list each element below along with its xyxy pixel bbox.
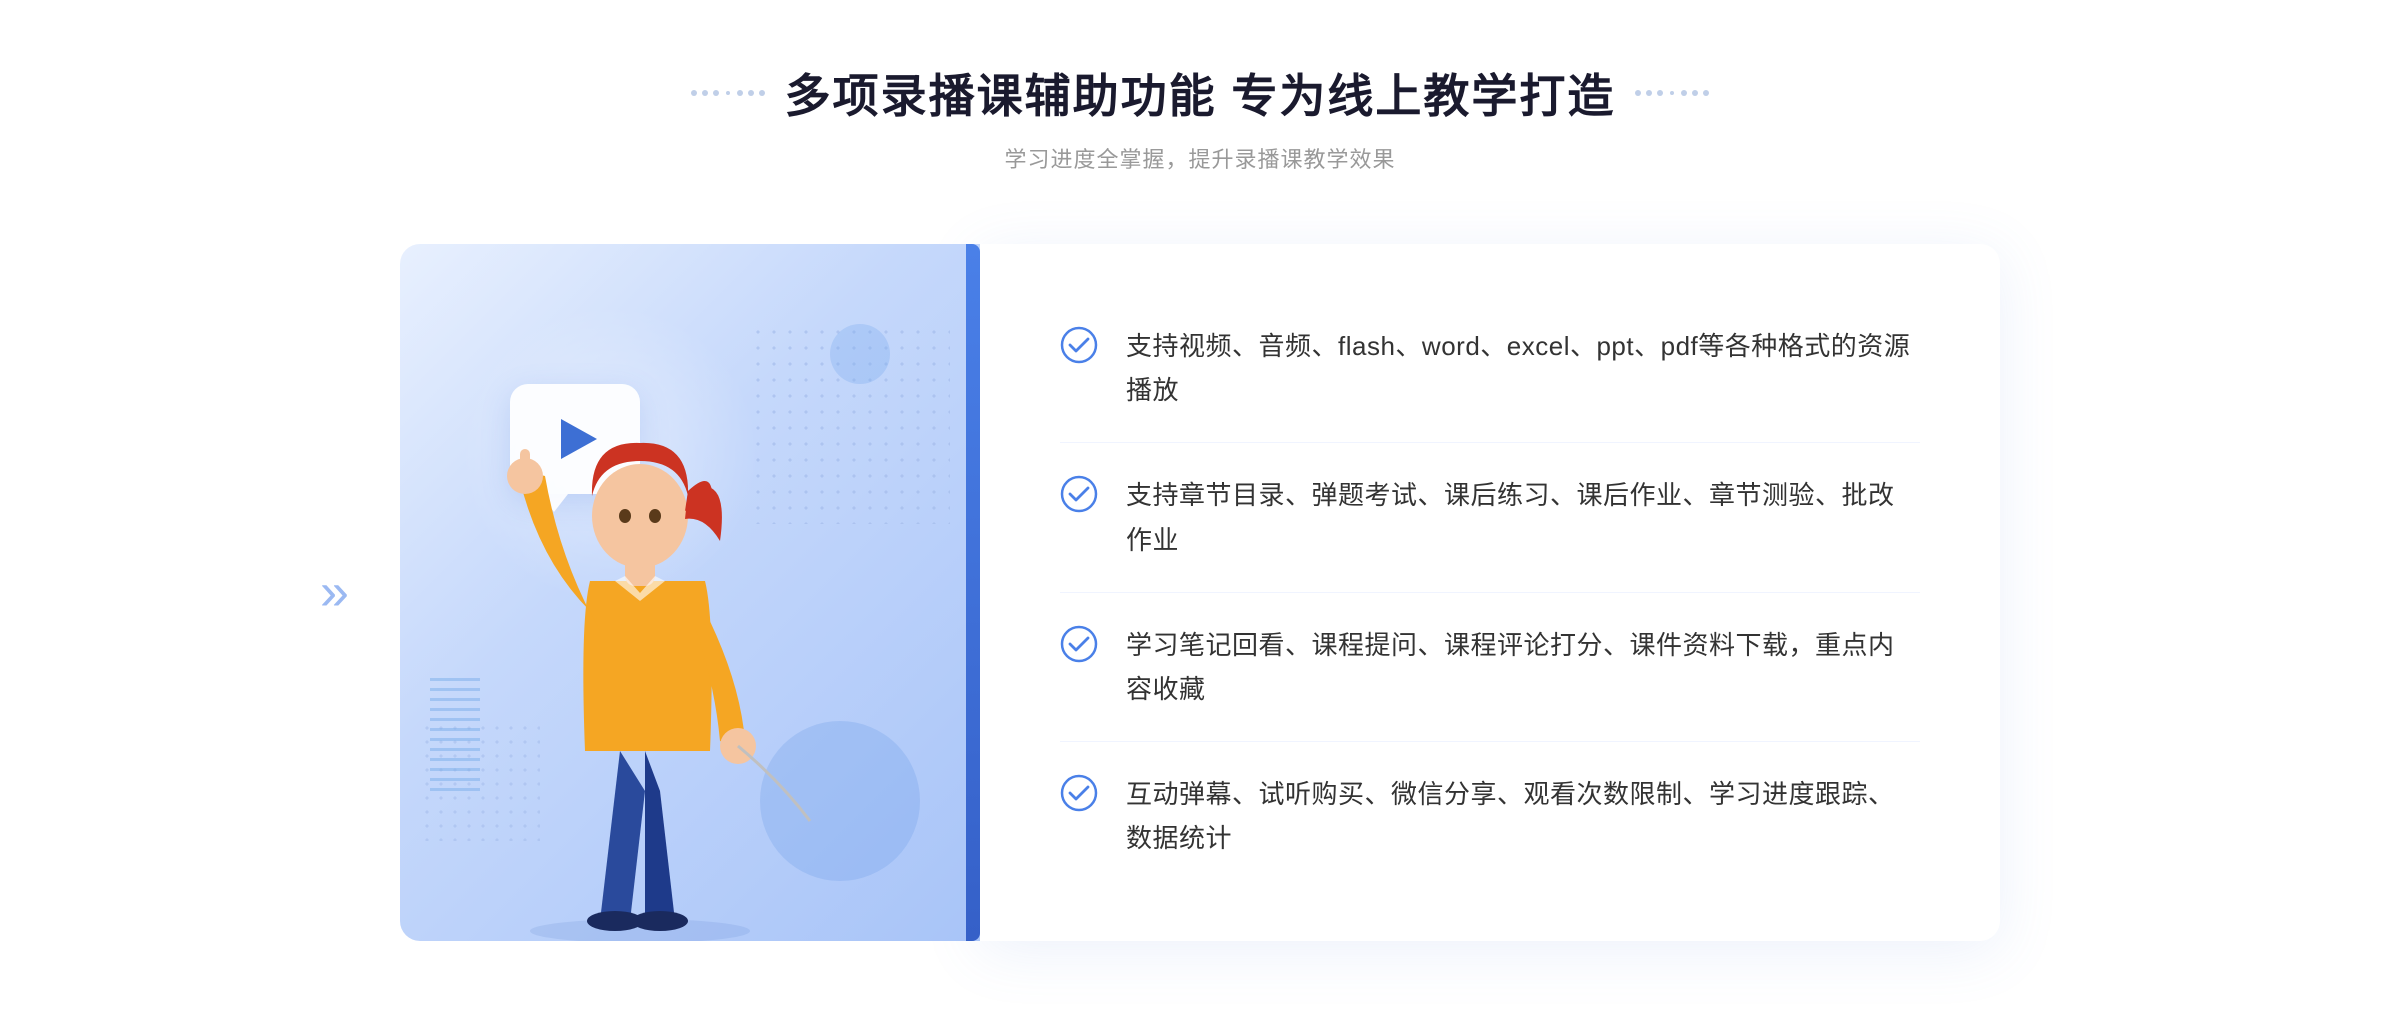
feature-text-3: 学习笔记回看、课程提问、课程评论打分、课件资料下载，重点内容收藏 bbox=[1126, 623, 1920, 711]
features-panel: 支持视频、音频、flash、word、excel、ppt、pdf等各种格式的资源… bbox=[980, 244, 2000, 941]
deco-circle-small bbox=[830, 324, 890, 384]
page-subtitle: 学习进度全掌握，提升录播课教学效果 bbox=[691, 142, 1710, 174]
feature-item-2: 支持章节目录、弹题考试、课后练习、课后作业、章节测验、批改作业 bbox=[1060, 443, 1920, 592]
feature-text-2: 支持章节目录、弹题考试、课后练习、课后作业、章节测验、批改作业 bbox=[1126, 473, 1920, 561]
feature-item-1: 支持视频、音频、flash、word、excel、ppt、pdf等各种格式的资源… bbox=[1060, 294, 1920, 443]
feature-text-4: 互动弹幕、试听购买、微信分享、观看次数限制、学习进度跟踪、数据统计 bbox=[1126, 772, 1920, 860]
header-title-row: 多项录播课辅助功能 专为线上教学打造 bbox=[691, 60, 1710, 126]
feature-text-1: 支持视频、音频、flash、word、excel、ppt、pdf等各种格式的资源… bbox=[1126, 324, 1920, 412]
accent-bar bbox=[966, 244, 980, 941]
person-illustration bbox=[460, 361, 820, 941]
check-icon-1 bbox=[1060, 326, 1098, 364]
header-section: 多项录播课辅助功能 专为线上教学打造 学习进度全掌握，提升录播课教学效果 bbox=[691, 60, 1710, 174]
content-area: » bbox=[400, 244, 2000, 941]
illustration-panel bbox=[400, 244, 980, 941]
feature-item-4: 互动弹幕、试听购买、微信分享、观看次数限制、学习进度跟踪、数据统计 bbox=[1060, 742, 1920, 890]
dots-left bbox=[691, 90, 765, 96]
feature-item-3: 学习笔记回看、课程提问、课程评论打分、课件资料下载，重点内容收藏 bbox=[1060, 593, 1920, 742]
page-wrapper: 多项录播课辅助功能 专为线上教学打造 学习进度全掌握，提升录播课教学效果 » bbox=[0, 0, 2400, 1021]
dots-right bbox=[1635, 90, 1709, 96]
page-chevron-left: » bbox=[320, 562, 349, 622]
page-title: 多项录播课辅助功能 专为线上教学打造 bbox=[785, 60, 1616, 126]
check-icon-4 bbox=[1060, 774, 1098, 812]
check-icon-2 bbox=[1060, 475, 1098, 513]
check-icon-3 bbox=[1060, 625, 1098, 663]
